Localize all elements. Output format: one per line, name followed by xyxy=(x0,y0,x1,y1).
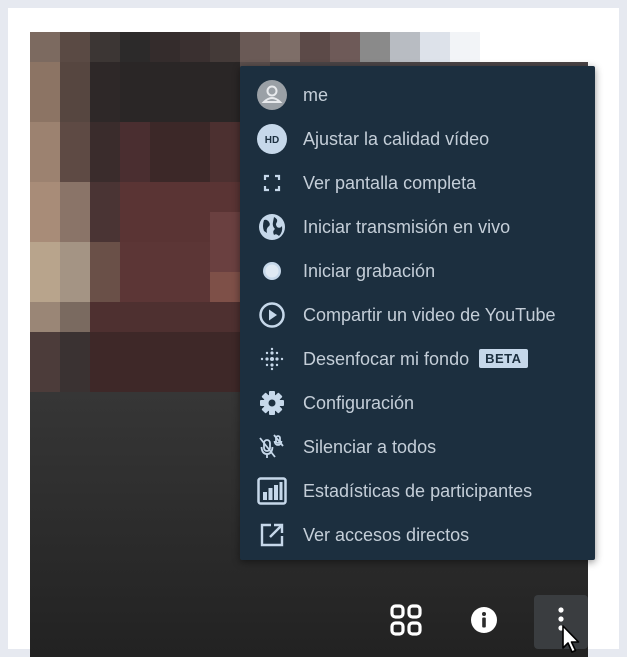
svg-text:HD: HD xyxy=(265,135,279,146)
more-actions-menu: me HD Ajustar la calidad vídeo Ver panta… xyxy=(240,66,595,560)
menu-item-label: Desenfocar mi fondo BETA xyxy=(303,348,528,370)
mute-all-icon xyxy=(257,432,287,462)
menu-item-fullscreen[interactable]: Ver pantalla completa xyxy=(240,161,595,205)
menu-item-share-youtube[interactable]: Compartir un video de YouTube xyxy=(240,293,595,337)
gear-icon xyxy=(257,388,287,418)
play-circle-icon xyxy=(257,300,287,330)
hd-icon: HD xyxy=(257,124,287,154)
tile-view-button[interactable] xyxy=(379,595,433,649)
menu-item-label: me xyxy=(303,84,329,105)
beta-badge: BETA xyxy=(479,348,528,368)
menu-item-shortcuts[interactable]: Ver accesos directos xyxy=(240,513,595,557)
menu-item-recording[interactable]: Iniciar grabación xyxy=(240,249,595,293)
blur-icon xyxy=(257,344,287,374)
menu-item-label: Compartir un video de YouTube xyxy=(303,304,556,325)
info-button[interactable] xyxy=(457,595,511,649)
menu-item-label: Configuración xyxy=(303,392,415,413)
menu-item-label: Ajustar la calidad vídeo xyxy=(303,128,490,149)
menu-item-live-stream[interactable]: Iniciar transmisión en vivo xyxy=(240,205,595,249)
avatar-icon xyxy=(257,80,287,110)
menu-item-text: Desenfocar mi fondo xyxy=(303,348,470,369)
menu-item-label: Ver accesos directos xyxy=(303,524,470,545)
fullscreen-icon xyxy=(257,168,287,198)
menu-item-label: Silenciar a todos xyxy=(303,436,437,457)
globe-icon xyxy=(257,212,287,242)
menu-item-label: Estadísticas de participantes xyxy=(303,480,533,501)
record-icon xyxy=(257,256,287,286)
stats-icon xyxy=(257,476,287,506)
mouse-cursor-icon xyxy=(562,625,580,653)
menu-item-participant-stats[interactable]: Estadísticas de participantes xyxy=(240,469,595,513)
menu-item-settings[interactable]: Configuración xyxy=(240,381,595,425)
tile-view-icon xyxy=(389,603,423,642)
external-link-icon xyxy=(257,520,287,550)
menu-item-profile[interactable]: me xyxy=(240,73,595,117)
menu-item-label: Ver pantalla completa xyxy=(303,172,477,193)
menu-item-label: Iniciar grabación xyxy=(303,260,436,281)
menu-item-blur-background[interactable]: Desenfocar mi fondo BETA xyxy=(240,337,595,381)
menu-item-mute-all[interactable]: Silenciar a todos xyxy=(240,425,595,469)
menu-item-label: Iniciar transmisión en vivo xyxy=(303,216,511,237)
menu-item-video-quality[interactable]: HD Ajustar la calidad vídeo xyxy=(240,117,595,161)
info-icon xyxy=(470,606,498,639)
